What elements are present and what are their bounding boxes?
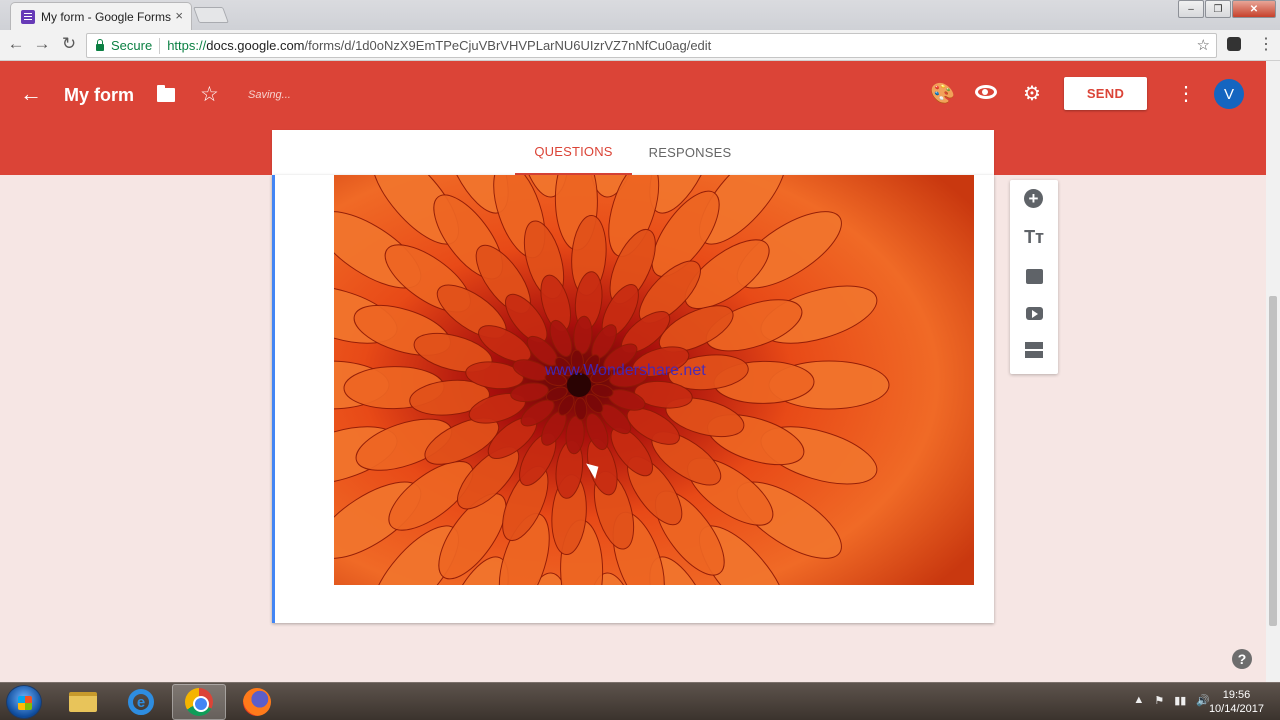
chrome-taskbar-button[interactable] [172, 684, 226, 720]
minimize-button[interactable]: ‒ [1178, 0, 1204, 18]
folder-icon[interactable] [157, 85, 175, 102]
form-title[interactable]: My form [64, 85, 134, 106]
help-icon[interactable]: ? [1232, 649, 1252, 669]
form-tabs-card: QUESTIONS RESPONSES [272, 130, 994, 175]
page-scrollbar[interactable] [1266, 61, 1280, 682]
add-video-icon[interactable] [1023, 302, 1045, 324]
add-item-toolbar: + Tт [1010, 180, 1058, 374]
internet-explorer-icon: e [128, 689, 154, 715]
lock-icon [96, 39, 104, 51]
folder-icon [69, 692, 97, 712]
add-question-icon[interactable]: + [1024, 189, 1043, 208]
new-tab-button[interactable] [193, 7, 229, 23]
tab-responses[interactable]: RESPONSES [640, 130, 740, 175]
volume-icon[interactable]: 🔊 [1196, 694, 1210, 707]
firefox-icon [243, 688, 271, 716]
browser-tab-strip: My form - Google Forms × ‒ ❐ ✕ [0, 0, 1280, 30]
action-center-icon[interactable]: ⚑ [1154, 694, 1164, 707]
address-separator [159, 37, 161, 54]
url-domain: docs.google.com [206, 38, 305, 53]
close-window-button[interactable]: ✕ [1232, 0, 1276, 18]
reload-icon[interactable]: ↻ [58, 34, 80, 54]
saving-status: Saving... [248, 89, 291, 101]
forward-icon[interactable]: → [31, 34, 53, 54]
url-text: https://docs.google.com/forms/d/1d0oNzX9… [167, 38, 711, 53]
firefox-taskbar-button[interactable] [230, 684, 284, 720]
taskbar-clock[interactable]: 19:56 10/14/2017 [1209, 688, 1264, 716]
clock-time: 19:56 [1222, 689, 1251, 701]
ie-taskbar-button[interactable]: e [114, 684, 168, 720]
more-options-icon[interactable]: ⋮ [1176, 81, 1196, 106]
start-button[interactable] [6, 685, 42, 719]
extension-icon[interactable] [1227, 37, 1241, 51]
back-arrow-icon[interactable]: ← [20, 81, 42, 107]
explorer-taskbar-button[interactable] [56, 684, 110, 720]
flower-image[interactable]: www.Wondershare.net [334, 175, 974, 585]
browser-toolbar: ← → ↻ Secure https://docs.google.com/for… [0, 30, 1280, 61]
add-title-icon[interactable]: Tт [1023, 226, 1045, 248]
google-forms-favicon-icon [21, 9, 35, 24]
avatar[interactable]: V [1214, 79, 1244, 109]
image-item-card[interactable]: www.Wondershare.net [272, 175, 994, 623]
scrollbar-thumb[interactable] [1269, 296, 1277, 626]
palette-icon[interactable]: 🎨 [930, 81, 955, 106]
add-image-icon[interactable] [1023, 265, 1045, 287]
tab-close-icon[interactable]: × [175, 8, 183, 23]
system-tray: ▲ ⚑ ▮▮ 🔊 [1133, 694, 1210, 707]
browser-tab-title: My form - Google Forms [41, 9, 172, 24]
send-button[interactable]: SEND [1064, 77, 1147, 110]
star-icon[interactable]: ☆ [200, 82, 219, 107]
address-bar[interactable]: Secure https://docs.google.com/forms/d/1… [86, 33, 1217, 58]
clock-date: 10/14/2017 [1208, 703, 1264, 715]
preview-eye-icon[interactable] [975, 85, 997, 99]
add-section-icon[interactable] [1023, 339, 1045, 361]
url-path: /forms/d/1d0oNzX9EmTPeCjuVBrVHVPLarNU6UI… [304, 38, 712, 53]
back-icon[interactable]: ← [5, 34, 27, 54]
bookmark-star-icon[interactable]: ☆ [1197, 36, 1210, 54]
url-scheme: https:// [167, 38, 207, 53]
watermark-text: www.Wondershare.net [545, 362, 706, 379]
flower-illustration [334, 175, 974, 585]
maximize-button[interactable]: ❐ [1205, 0, 1231, 18]
secure-label: Secure [111, 38, 153, 53]
window-controls: ‒ ❐ ✕ [1177, 0, 1276, 18]
tab-questions[interactable]: QUESTIONS [515, 130, 632, 175]
network-icon[interactable]: ▮▮ [1174, 694, 1186, 707]
settings-gear-icon[interactable]: ⚙ [1020, 81, 1044, 106]
chrome-icon [185, 688, 213, 716]
browser-tab[interactable]: My form - Google Forms × [10, 2, 192, 30]
tray-expand-icon[interactable]: ▲ [1133, 694, 1144, 707]
browser-menu-icon[interactable]: ⋮ [1258, 34, 1274, 54]
windows-taskbar: e ▲ ⚑ ▮▮ 🔊 19:56 10/14/2017 [0, 682, 1280, 720]
